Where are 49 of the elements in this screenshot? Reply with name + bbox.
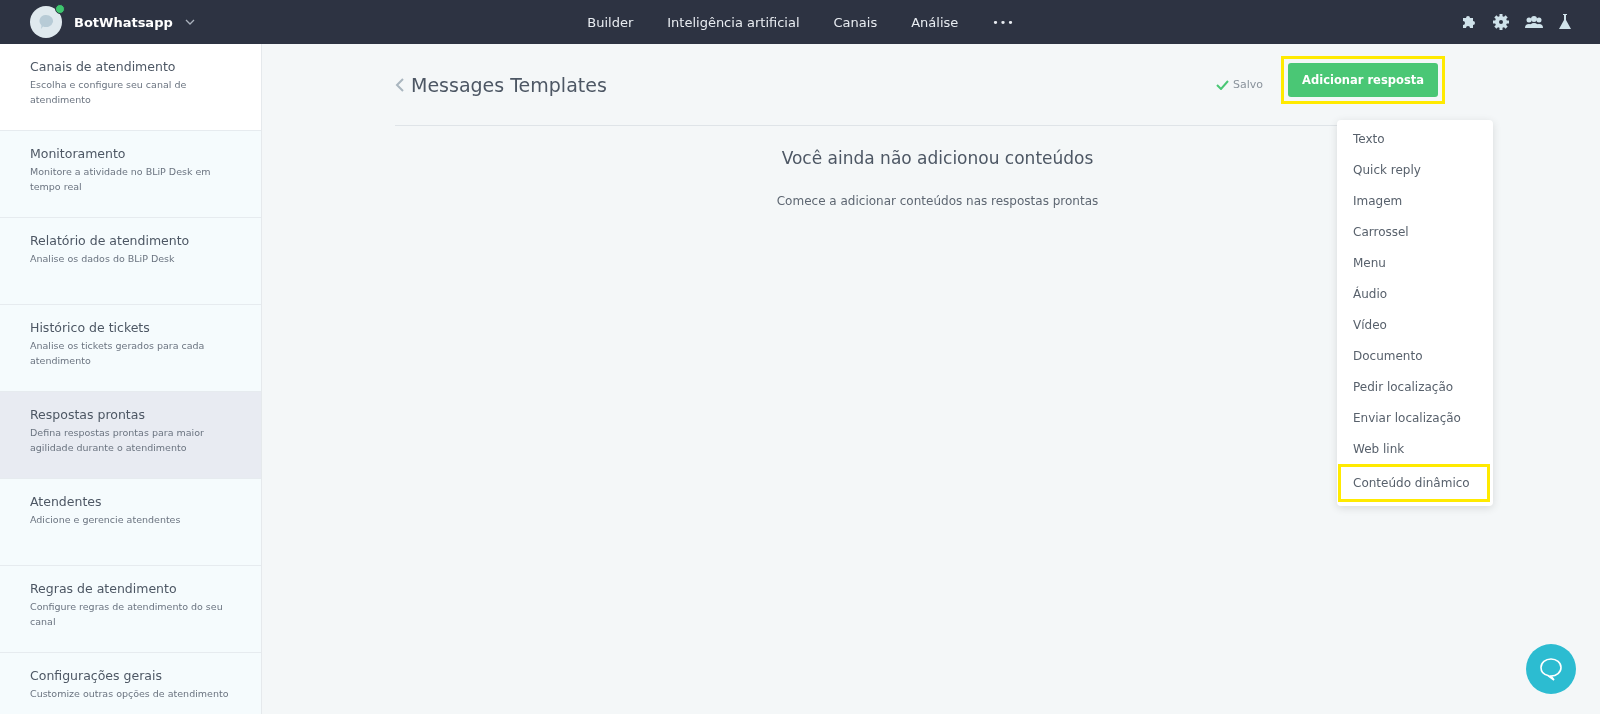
nav-link[interactable]: Inteligência artificial — [667, 14, 800, 30]
sidebar-item-description: Monitore a atividade no BLiP Desk em tempo real — [30, 165, 212, 194]
flask-icon[interactable] — [1558, 13, 1572, 31]
sidebar-item-title: Atendentes — [30, 494, 103, 509]
check-icon — [1216, 79, 1230, 90]
sidebar-item-description: Defina respostas prontas para maior agilidade durante o atendimento — [30, 426, 205, 455]
menu-item[interactable]: Imagem — [1338, 185, 1490, 216]
sidebar-item-title: Respostas prontas — [30, 407, 146, 422]
speech-bubble-icon — [1538, 656, 1564, 682]
sidebar-item-title: Regras de atendimento — [30, 581, 178, 596]
chevron-down-icon[interactable] — [184, 19, 195, 25]
menu-item[interactable]: Vídeo — [1338, 309, 1490, 340]
saved-status: Salvo — [1233, 78, 1264, 91]
empty-state-subtitle: Comece a adicionar conteúdos nas respostas prontas — [776, 194, 1099, 208]
menu-item[interactable]: Carrossel — [1338, 216, 1490, 247]
sidebar-item[interactable]: Respostas prontas Defina respostas prontas para maior agilidade durante o atendimento — [0, 392, 261, 479]
sidebar-item-description: Escolha e configure seu canal de atendimento — [30, 78, 188, 107]
sidebar-item-description: Customize outras opções de atendimento — [30, 687, 230, 701]
sidebar-item-description: Analise os dados do BLiP Desk — [30, 252, 176, 266]
nav-link[interactable]: Canais — [833, 14, 878, 30]
sidebar-item-description: Analise os tickets gerados para cada atendimento — [30, 339, 206, 368]
chat-bubble-icon — [38, 14, 54, 30]
menu-item[interactable]: Pedir localização — [1338, 371, 1490, 402]
menu-item[interactable]: Quick reply — [1338, 154, 1490, 185]
menu-item[interactable]: Conteúdo dinâmico — [1338, 464, 1490, 502]
menu-item[interactable]: Documento — [1338, 340, 1490, 371]
sidebar-item-title: Relatório de atendimento — [30, 233, 191, 248]
bot-avatar[interactable] — [30, 6, 62, 38]
sidebar-item-description: Adicione e gerencie atendentes — [30, 513, 182, 527]
sidebar-item-title: Configurações gerais — [30, 668, 163, 683]
sidebar-item-title: Canais de atendimento — [30, 59, 177, 74]
settings-icon[interactable] — [1492, 13, 1510, 31]
more-menu[interactable]: ••• — [992, 15, 1015, 29]
users-icon[interactable] — [1524, 14, 1544, 30]
sidebar-item-title: Monitoramento — [30, 146, 127, 161]
sidebar-item-description: Configure regras de atendimento do seu canal — [30, 600, 224, 629]
nav-link[interactable]: Análise — [911, 14, 959, 30]
bot-name[interactable]: BotWhatsapp — [74, 14, 173, 30]
menu-item[interactable]: Enviar localização — [1338, 402, 1490, 433]
sidebar-item[interactable]: Canais de atendimento Escolha e configure seu canal de atendimento — [0, 44, 261, 131]
menu-item[interactable]: Menu — [1338, 247, 1490, 278]
menu-item[interactable]: Áudio — [1338, 278, 1490, 309]
nav-link[interactable]: Builder — [587, 14, 634, 30]
sidebar-item-title: Histórico de tickets — [30, 320, 151, 335]
menu-item[interactable]: Texto — [1338, 123, 1490, 154]
menu-item[interactable]: Web link — [1338, 433, 1490, 464]
page-title: Messages Templates — [411, 73, 608, 96]
empty-state-title: Você ainda não adicionou conteúdos — [781, 148, 1094, 168]
puzzle-icon[interactable] — [1460, 13, 1478, 31]
